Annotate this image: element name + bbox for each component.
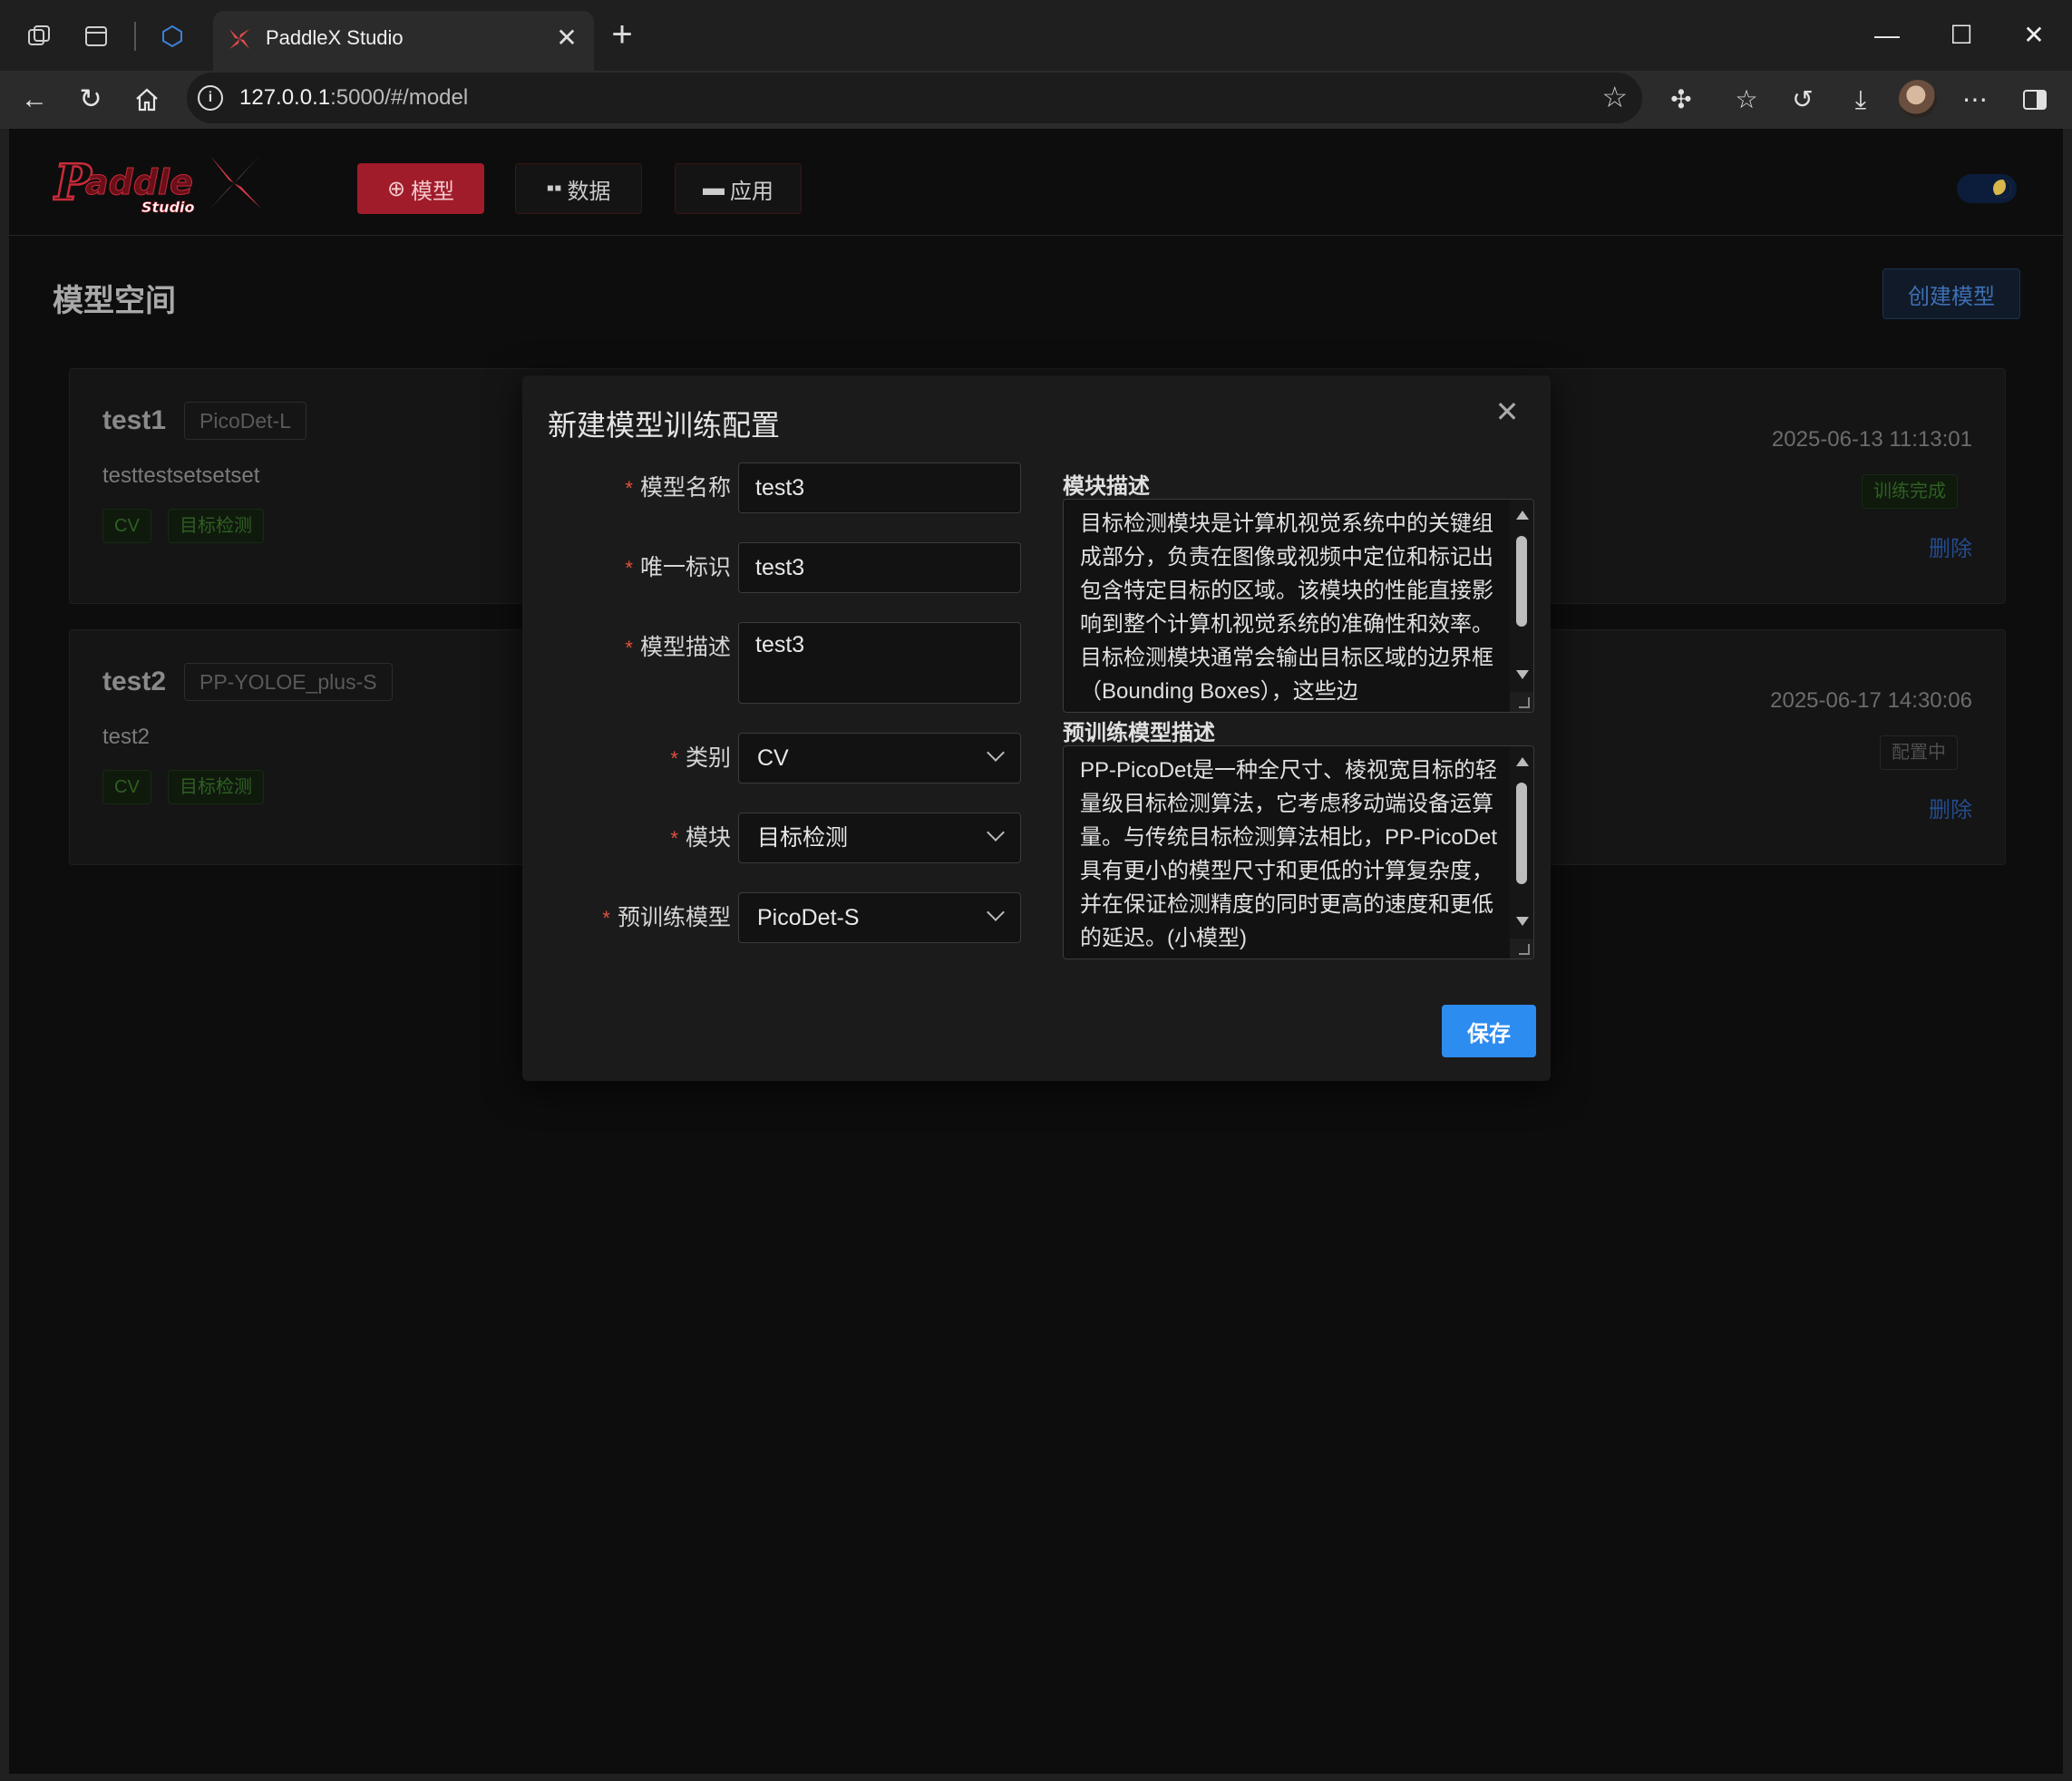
pretrained-desc-text: PP-PicoDet是一种全尺寸、棱视宽目标的轻量级目标检测算法，它考虑移动端设… [1080,758,1498,950]
resize-grip-icon[interactable] [1510,939,1533,959]
pretrained-label: * 预训练模型 [602,905,731,930]
minimize-button[interactable]: — [1866,15,1908,56]
grid-icon: ▪▪ [546,176,562,200]
refresh-icon[interactable]: ↻ [71,80,111,120]
paddlex-favicon-icon [229,29,249,49]
pinned-tab-icon[interactable] [156,20,189,53]
module-tag: 目标检测 [168,509,264,543]
scroll-down-icon[interactable] [1516,670,1529,679]
create-model-button[interactable]: 创建模型 [1882,268,2020,319]
dialog-title: 新建模型训练配置 [548,409,781,442]
chevron-down-icon [987,823,1005,842]
delete-link[interactable]: 删除 [1929,530,1972,562]
nav-tab-apps[interactable]: ▬ 应用 [675,163,802,214]
pretrained-select[interactable]: PicoDet-S [738,892,1021,943]
tab-title: PaddleX Studio [266,26,404,49]
browser-toolbar: ← ↻ i 127.0.0.1:5000/#/model ☆ ✣ ☆ ↺ ⤓ ⋯ [0,71,2072,129]
close-window-button[interactable]: ✕ [2013,15,2055,56]
base-model-tag: PicoDet-L [184,402,306,440]
maximize-button[interactable]: ☐ [1941,15,1982,56]
status-badge: 配置中 [1880,735,1958,770]
scroll-down-icon[interactable] [1516,917,1529,926]
scroll-up-icon[interactable] [1516,757,1529,766]
model-date: 2025-06-13 11:13:01 [1771,427,1972,452]
chevron-down-icon [987,744,1005,762]
category-tag: CV [102,509,151,543]
new-tab-button[interactable]: + [606,16,638,53]
workspaces-icon[interactable] [24,20,56,53]
home-icon[interactable] [127,80,167,120]
app-header: P addle Studio ⊕ 模型 ▪▪ 数据 ▬ 应用 [9,129,2063,236]
model-description: test2 [102,725,151,749]
status-badge: 训练完成 [1862,474,1958,509]
tab-separator [134,22,136,51]
tab-actions-icon[interactable] [80,20,112,53]
module-label: * 模块 [670,825,731,851]
model-description: testtestsetsetset [102,463,260,488]
model-name-label: * 模型名称 [625,475,731,501]
svg-text:addle: addle [85,162,193,202]
page-title: 模型空间 [53,284,176,318]
downloads-icon[interactable]: ⤓ [1841,80,1881,120]
close-icon[interactable]: ✕ [1491,395,1523,428]
model-desc-textarea[interactable]: test3 [738,622,1021,704]
favorite-star-icon[interactable]: ☆ [1601,80,1628,114]
theme-toggle[interactable] [1957,174,2017,203]
resize-grip-icon[interactable] [1510,692,1533,712]
model-date: 2025-06-17 14:30:06 [1770,688,1972,713]
save-button[interactable]: 保存 [1442,1005,1536,1057]
model-desc-label: * 模型描述 [625,635,731,660]
module-select[interactable]: 目标检测 [738,813,1021,863]
module-desc-heading: 模块描述 [1063,474,1150,499]
favorites-icon[interactable]: ☆ [1727,80,1766,120]
tab-paddlex-studio[interactable]: PaddleX Studio ✕ [213,11,594,71]
plus-circle-icon: ⊕ [386,176,406,201]
profile-avatar[interactable] [1899,80,1937,118]
moon-icon [1993,180,2011,198]
extensions-icon[interactable]: ✣ [1661,80,1701,120]
scroll-thumb[interactable] [1516,536,1527,627]
svg-text:Studio: Studio [141,199,195,216]
sidebar-toggle-icon[interactable] [2015,80,2055,120]
pretrained-desc-box[interactable]: PP-PicoDet是一种全尺寸、棱视宽目标的轻量级目标检测算法，它考虑移动端设… [1063,745,1534,959]
nav-tab-data[interactable]: ▪▪ 数据 [515,163,642,214]
scrollbar[interactable] [1510,746,1533,959]
model-name-input[interactable] [738,462,1021,513]
monitor-icon: ▬ [703,176,725,200]
tab-close-icon[interactable]: ✕ [552,24,581,53]
scroll-thumb[interactable] [1516,783,1527,884]
delete-link[interactable]: 删除 [1929,792,1972,823]
category-label: * 类别 [670,745,731,771]
more-menu-icon[interactable]: ⋯ [1955,80,1995,120]
history-icon[interactable]: ↺ [1783,80,1823,120]
unique-id-input[interactable] [738,542,1021,593]
base-model-tag: PP-YOLOE_plus-S [184,663,393,701]
url-text: 127.0.0.1:5000/#/model [239,85,469,110]
module-desc-box[interactable]: 目标检测模块是计算机视觉系统中的关键组成部分，负责在图像或视频中定位和标记出包含… [1063,499,1534,713]
app-viewport: P addle Studio ⊕ 模型 ▪▪ 数据 ▬ 应用 模型空间 创建模型 te… [9,129,2063,1774]
module-tag: 目标检测 [168,770,264,804]
back-arrow-icon[interactable]: ← [15,80,54,120]
model-name: test1 [102,405,167,435]
scrollbar[interactable] [1510,500,1533,712]
new-model-dialog: 新建模型训练配置 ✕ *模型名称 *唯一标识 *模型描述 test3 *类别 C… [522,375,1551,1081]
model-name: test2 [102,667,167,696]
category-select[interactable]: CV [738,733,1021,783]
paddlex-studio-logo: P addle Studio [53,152,261,216]
browser-tab-bar: PaddleX Studio ✕ + — ☐ ✕ [0,0,2072,71]
address-bar[interactable]: i 127.0.0.1:5000/#/model ☆ [187,73,1642,123]
nav-tab-model[interactable]: ⊕ 模型 [357,163,484,214]
site-info-icon[interactable]: i [198,85,223,111]
scroll-up-icon[interactable] [1516,511,1529,520]
category-tag: CV [102,770,151,804]
chevron-down-icon [987,903,1005,921]
module-desc-text: 目标检测模块是计算机视觉系统中的关键组成部分，负责在图像或视频中定位和标记出包含… [1080,511,1493,704]
pretrained-desc-heading: 预训练模型描述 [1063,721,1215,745]
unique-id-label: * 唯一标识 [625,555,731,580]
